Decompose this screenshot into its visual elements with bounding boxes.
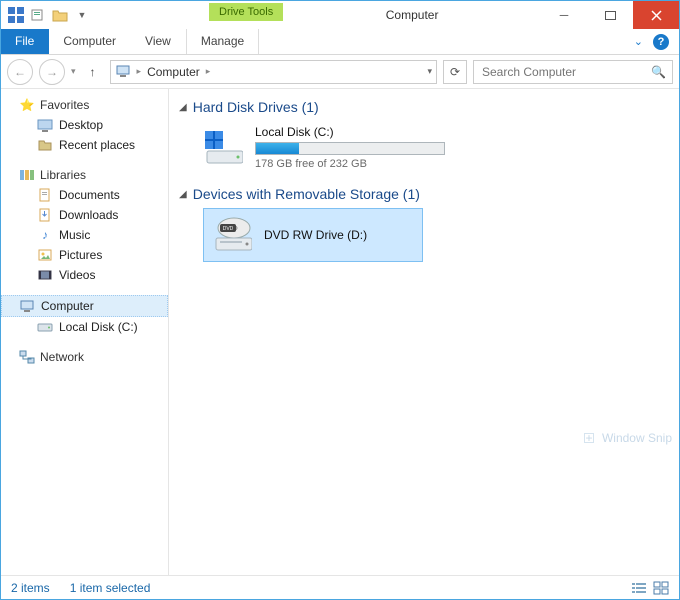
videos-icon: [37, 267, 53, 283]
quick-access-toolbar: ▼: [1, 1, 97, 29]
capacity-bar: [255, 142, 445, 155]
search-icon[interactable]: 🔍: [651, 65, 666, 79]
search-box[interactable]: 🔍: [473, 60, 673, 84]
maximize-button[interactable]: [587, 1, 633, 29]
downloads-icon: [37, 207, 53, 223]
sidebar-label: Computer: [41, 299, 94, 313]
help-icon[interactable]: ?: [653, 34, 669, 50]
section-header-removable[interactable]: ◢ Devices with Removable Storage (1): [179, 186, 669, 202]
forward-button[interactable]: →: [39, 59, 65, 85]
computer-icon: [19, 298, 35, 314]
sidebar-item-computer[interactable]: Computer: [1, 295, 168, 317]
pictures-icon: [37, 247, 53, 263]
star-icon: ⭐: [19, 97, 35, 113]
drive-icon: [37, 319, 53, 335]
tiles-view-icon[interactable]: [653, 581, 669, 595]
sidebar-item-recent-places[interactable]: Recent places: [1, 135, 168, 155]
desktop-icon: [37, 117, 53, 133]
sidebar-item-desktop[interactable]: Desktop: [1, 115, 168, 135]
breadcrumb-sep-icon[interactable]: ▸: [206, 66, 211, 77]
sidebar-label: Libraries: [40, 168, 86, 182]
drive-item-dvd[interactable]: DVD DVD RW Drive (D:): [203, 208, 423, 262]
window-title: Computer: [283, 1, 541, 29]
computer-icon: [115, 64, 131, 80]
plus-icon: +: [584, 433, 594, 443]
collapse-icon[interactable]: ◢: [179, 102, 187, 113]
item-count: 2 items: [11, 581, 50, 595]
sidebar-item-documents[interactable]: Documents: [1, 185, 168, 205]
sidebar-item-pictures[interactable]: Pictures: [1, 245, 168, 265]
sidebar-item-network[interactable]: Network: [1, 347, 168, 367]
drive-item-local-disk[interactable]: Local Disk (C:) 178 GB free of 232 GB: [179, 121, 669, 178]
folder-icon[interactable]: [51, 6, 69, 24]
up-button[interactable]: ↑: [82, 61, 104, 83]
sidebar-item-music[interactable]: ♪Music: [1, 225, 168, 245]
sidebar-item-local-disk[interactable]: Local Disk (C:): [1, 317, 168, 337]
ribbon-tabs: File Computer View Manage ⌄ ?: [1, 29, 679, 55]
ribbon-expand-icon[interactable]: ⌄: [634, 35, 643, 48]
documents-icon: [37, 187, 53, 203]
details-view-icon[interactable]: [631, 581, 647, 595]
sidebar-group-favorites[interactable]: ⭐ Favorites: [1, 95, 168, 115]
address-dropdown-icon[interactable]: ▾: [427, 66, 432, 77]
content-pane: ◢ Hard Disk Drives (1) Local Disk (C:) 1…: [169, 89, 679, 575]
address-bar[interactable]: ▸ Computer ▸ ▾: [110, 60, 437, 84]
breadcrumb-sep-icon: ▸: [137, 66, 142, 77]
search-input[interactable]: [480, 64, 651, 80]
sidebar-item-downloads[interactable]: Downloads: [1, 205, 168, 225]
qat-dropdown-icon[interactable]: ▼: [73, 6, 91, 24]
sidebar-group-libraries[interactable]: Libraries: [1, 165, 168, 185]
window-controls: ─: [541, 1, 679, 29]
selection-count: 1 item selected: [70, 581, 151, 595]
breadcrumb[interactable]: Computer: [147, 65, 200, 79]
sidebar-label: Network: [40, 350, 84, 364]
snipping-overlay: + Window Snip: [578, 429, 678, 447]
libraries-icon: [19, 167, 35, 183]
context-tab-drive-tools[interactable]: Drive Tools: [209, 3, 283, 21]
history-dropdown-icon[interactable]: ▾: [71, 66, 76, 77]
navigation-pane: ⭐ Favorites Desktop Recent places Librar…: [1, 89, 169, 575]
tab-computer[interactable]: Computer: [49, 29, 131, 54]
sidebar-item-videos[interactable]: Videos: [1, 265, 168, 285]
collapse-icon[interactable]: ◢: [179, 189, 187, 200]
status-bar: 2 items 1 item selected: [1, 575, 679, 599]
tab-file[interactable]: File: [1, 29, 49, 54]
tab-manage[interactable]: Manage: [186, 29, 259, 54]
sidebar-label: Favorites: [40, 98, 89, 112]
hard-drive-icon: [203, 130, 243, 166]
app-icon: [7, 6, 25, 24]
tab-view[interactable]: View: [131, 29, 186, 54]
free-space-label: 178 GB free of 232 GB: [255, 158, 445, 170]
back-button[interactable]: ←: [7, 59, 33, 85]
drive-name: DVD RW Drive (D:): [264, 228, 367, 242]
drive-name: Local Disk (C:): [255, 125, 445, 139]
section-header-hdd[interactable]: ◢ Hard Disk Drives (1): [179, 99, 669, 115]
navigation-bar: ← → ▾ ↑ ▸ Computer ▸ ▾ ⟳ 🔍: [1, 55, 679, 89]
dvd-drive-icon: DVD: [212, 217, 252, 253]
svg-text:DVD: DVD: [223, 226, 234, 232]
properties-icon[interactable]: [29, 6, 47, 24]
titlebar: ▼ Drive Tools Computer ─: [1, 1, 679, 29]
network-icon: [19, 349, 35, 365]
close-button[interactable]: [633, 1, 679, 29]
recent-icon: [37, 137, 53, 153]
minimize-button[interactable]: ─: [541, 1, 587, 29]
refresh-button[interactable]: ⟳: [443, 60, 467, 84]
music-icon: ♪: [37, 227, 53, 243]
